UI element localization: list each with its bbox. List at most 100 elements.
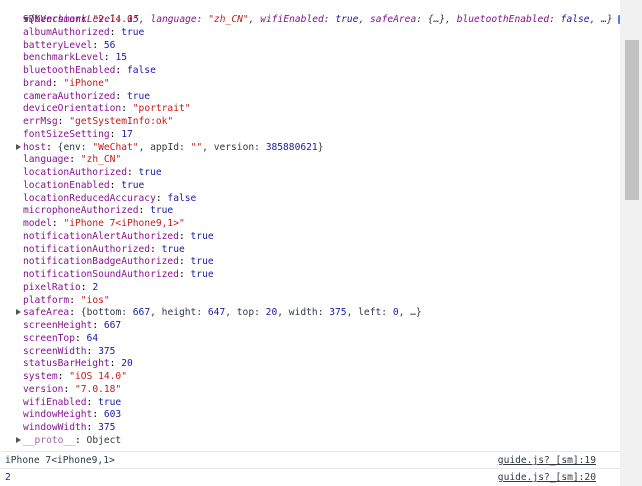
preview-token: 385880621 [265,141,318,153]
property-key: microphoneAuthorized [23,205,139,217]
property-row: wifiEnabled: true [23,396,122,408]
preview-value: "zh_CN" [208,14,249,25]
punctuation: : [80,141,93,153]
property-value: 603 [103,409,122,421]
property-row: benchmarkLevel: 15 [23,52,127,64]
object-preview-row[interactable]: {benchmarkLevel: 15, language: "zh_CN", … [0,0,628,25]
punctuation: : [179,141,191,153]
property-value: "ios" [80,294,110,306]
expand-arrow-icon[interactable] [16,436,21,443]
property-row[interactable]: __proto__: Object [16,434,121,447]
property-row: cameraAuthorized: true [23,90,151,102]
punctuation: , [202,141,214,153]
preview-token: 20 [265,307,278,319]
property-value: 17 [121,128,133,140]
scrollbar-thumb[interactable] [625,40,639,200]
property-key: bluetoothEnabled [23,65,116,76]
property-key: fontSizeSetting [23,128,110,140]
property-key: locationAuthorized [23,167,127,178]
property-value: true [121,179,145,191]
divider [0,451,620,452]
property-value: "iPhone" [63,77,110,89]
property-value: true [126,90,151,102]
property-row: deviceOrientation: "portrait" [23,103,191,115]
property-value: false [126,65,156,76]
preview-key: language [150,14,197,25]
property-row: screenTop: 64 [23,332,99,344]
preview-token: left [358,307,382,319]
preview-token: version [213,141,255,153]
preview-token: height [161,307,197,319]
preview-key: wifiEnabled [260,14,324,25]
property-row: albumAuthorized: true [23,26,145,38]
property-key: albumAuthorized [23,26,110,38]
property-value: "zh_CN" [80,154,122,166]
property-value: true [121,26,145,38]
property-value: "iOS 14.0" [69,371,127,382]
property-value: 375 [98,345,116,357]
object-preview: {bottom: 667, height: 647, top: 20, widt… [81,307,422,318]
property-value: Object [86,434,122,446]
property-key: system [23,371,58,382]
property-key: deviceOrientation [23,103,122,115]
preview-value: {…} [427,14,446,25]
property-value: 15 [115,52,127,64]
preview-token: top [236,307,255,319]
property-key: screenWidth [23,345,87,357]
property-key: locationEnabled [23,179,110,191]
property-value: true [138,167,162,178]
property-key: errMsg [23,116,58,127]
property-row: system: "iOS 14.0" [23,371,127,382]
property-key: screenTop [23,332,75,344]
punctuation: , [277,307,289,319]
property-value: true [190,256,214,268]
property-key: wifiEnabled [23,396,87,408]
property-value: "7.0.18" [75,383,122,395]
property-value: 667 [103,320,122,331]
vertical-scrollbar[interactable] [620,0,642,486]
punctuation: : [254,141,266,153]
preview-token: 647 [207,307,226,319]
preview-tail: , …} [589,14,613,25]
punctuation: : [254,307,266,319]
property-row: batteryLevel: 56 [23,39,116,51]
property-row: notificationSoundAuthorized: true [23,269,214,280]
property-value: 2 [92,281,99,293]
property-row: fontSizeSetting: 17 [23,128,133,140]
property-row: notificationAlertAuthorized: true [23,230,214,242]
preview-token: } [317,141,324,153]
log-message: iPhone 7<iPhone9,1> [5,455,115,466]
property-value: true [98,396,122,408]
property-value: true [150,205,174,217]
property-row: notificationAuthorized: true [23,243,185,255]
property-row: platform: "ios" [23,294,110,306]
preview-key: bluetoothEnabled [456,14,550,25]
property-row[interactable]: safeArea: {bottom: 667, height: 647, top… [16,306,422,319]
property-row: version: "7.0.18" [23,383,122,395]
property-key: notificationSoundAuthorized [23,269,179,280]
property-value: "getSystemInfo:ok" [69,116,174,127]
property-key: host [23,141,47,153]
property-value: 64 [86,332,99,344]
preview-key: safeArea [370,14,417,25]
preview-token: appId [150,141,180,153]
property-value: true [190,269,214,280]
expand-arrow-icon[interactable] [16,143,21,150]
expand-arrow-icon[interactable] [16,309,21,316]
property-key: windowHeight [23,409,93,421]
property-value: 56 [103,39,116,51]
property-key: pixelRatio [23,281,81,293]
property-key: SDKVersion [23,14,81,25]
property-key: safeArea [23,307,70,319]
property-row[interactable]: host: {env: "WeChat", appId: "", version… [16,141,323,154]
source-link[interactable]: guide.js?_[sm]:20 [498,471,596,484]
property-key: windowWidth [23,422,87,433]
source-link[interactable]: guide.js?_[sm]:19 [498,454,596,467]
punctuation: , [138,141,151,153]
property-key: notificationAlertAuthorized [23,230,179,242]
property-value: 375 [98,422,116,433]
property-row: errMsg: "getSystemInfo:ok" [23,116,174,127]
property-value: 20 [121,358,133,370]
preview-token: bottom [86,307,122,319]
property-row: microphoneAuthorized: true [23,205,174,217]
